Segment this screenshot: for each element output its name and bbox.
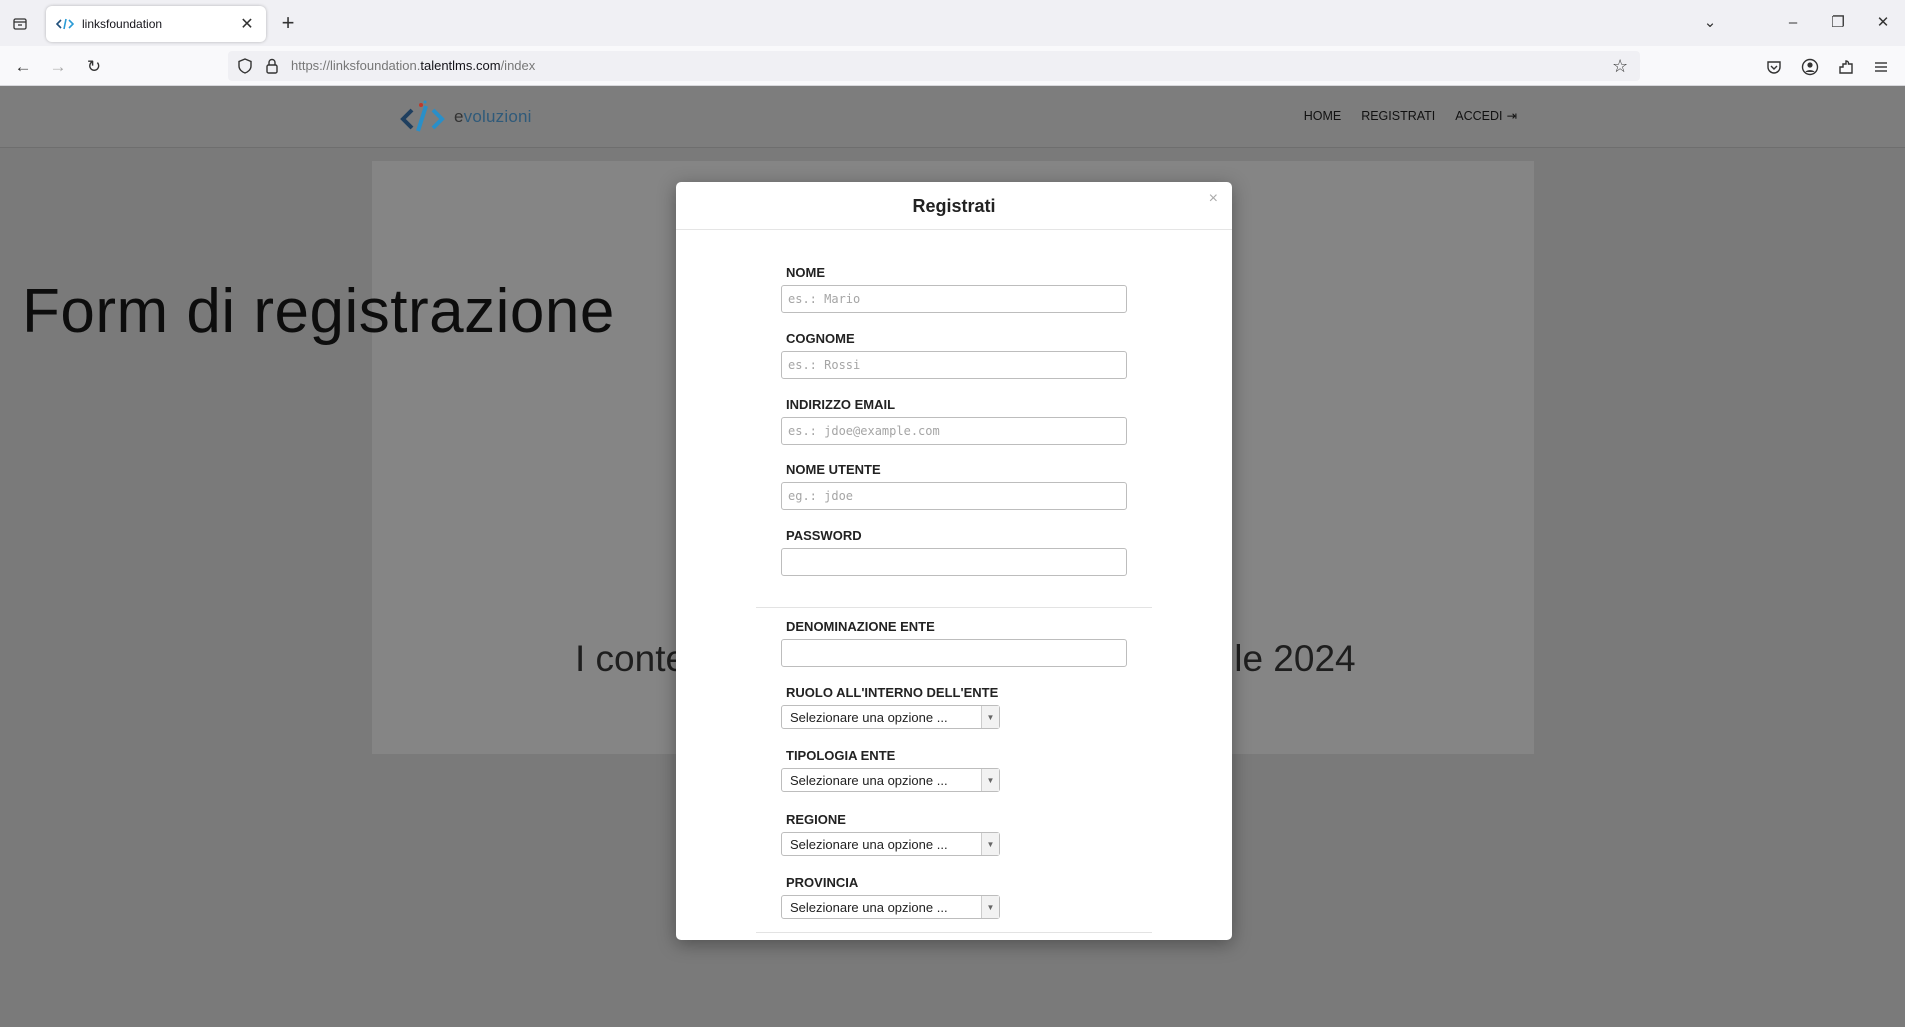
tab-overflow-chevron-icon[interactable]: ⌄ [1695, 10, 1725, 36]
nav-login-link[interactable]: ACCEDI ⇥ [1455, 108, 1517, 124]
email-input[interactable] [781, 417, 1127, 445]
restore-icon[interactable]: ❐ [1823, 10, 1853, 36]
provincia-select-value: Selezionare una opzione ... [790, 899, 948, 915]
new-tab-button[interactable]: + [276, 10, 300, 36]
username-label: NOME UTENTE [786, 462, 881, 477]
ente-label: DENOMINAZIONE ENTE [786, 619, 935, 634]
dropdown-arrow-icon: ▼ [981, 706, 999, 728]
password-input[interactable] [781, 548, 1127, 576]
minimize-icon[interactable]: – [1778, 10, 1808, 36]
site-header: evoluzioni HOME REGISTRATI ACCEDI ⇥ [0, 86, 1905, 148]
form-divider [756, 607, 1152, 608]
regione-select[interactable]: Selezionare una opzione ... ▼ [781, 832, 1000, 856]
site-nav: HOME REGISTRATI ACCEDI ⇥ [1304, 108, 1517, 124]
ruolo-label: RUOLO ALL'INTERNO DELL'ENTE [786, 685, 999, 700]
password-label: PASSWORD [786, 528, 862, 543]
nav-login-label: ACCEDI [1455, 108, 1503, 123]
login-arrow-icon: ⇥ [1506, 109, 1517, 123]
provincia-label: PROVINCIA [786, 875, 859, 890]
regione-label: REGIONE [786, 812, 846, 827]
back-arrow-icon[interactable]: ← [10, 54, 36, 80]
code-favicon-icon [56, 17, 74, 31]
browser-tabbar: linksfoundation ✕ + ⌄ – ❐ ✕ [0, 0, 1905, 46]
bookmark-star-icon[interactable]: ☆ [1612, 56, 1632, 76]
provincia-select[interactable]: Selezionare una opzione ... ▼ [781, 895, 1000, 919]
tipologia-label: TIPOLOGIA ENTE [786, 748, 896, 763]
page-overlay-title: Form di registrazione [22, 277, 615, 346]
tab-title: linksfoundation [82, 17, 163, 31]
card-text-right: ile 2024 [1226, 638, 1356, 679]
dropdown-arrow-icon: ▼ [981, 833, 999, 855]
tipologia-select-value: Selezionare una opzione ... [790, 772, 948, 788]
card-text-left: I conte [575, 638, 687, 679]
browser-tab[interactable]: linksfoundation ✕ [46, 6, 266, 42]
ruolo-select[interactable]: Selezionare una opzione ... ▼ [781, 705, 1000, 729]
ente-input[interactable] [781, 639, 1127, 667]
dropdown-arrow-icon: ▼ [981, 896, 999, 918]
username-input[interactable] [781, 482, 1127, 510]
lock-icon[interactable] [264, 57, 280, 75]
ruolo-select-value: Selezionare una opzione ... [790, 709, 948, 725]
close-window-icon[interactable]: ✕ [1868, 10, 1898, 36]
url-bar[interactable]: https://linksfoundation.talentlms.com/in… [228, 51, 1640, 81]
regione-select-value: Selezionare una opzione ... [790, 836, 948, 852]
register-modal: Registrati × NOME COGNOME INDIRIZZO EMAI… [676, 182, 1232, 940]
logo-text: evoluzioni [454, 107, 532, 126]
nome-label: NOME [786, 265, 825, 280]
account-icon[interactable] [1800, 57, 1820, 77]
tab-close-icon[interactable]: ✕ [238, 14, 256, 34]
modal-close-icon[interactable]: × [1209, 190, 1218, 208]
shield-icon[interactable] [236, 57, 254, 75]
dropdown-arrow-icon: ▼ [981, 769, 999, 791]
tipologia-select[interactable]: Selezionare una opzione ... ▼ [781, 768, 1000, 792]
modal-header: Registrati × [676, 182, 1232, 230]
url-text[interactable]: https://linksfoundation.talentlms.com/in… [291, 58, 535, 73]
cognome-input[interactable] [781, 351, 1127, 379]
reload-icon[interactable]: ↻ [81, 54, 107, 80]
nav-home-link[interactable]: HOME [1304, 108, 1342, 123]
form-divider-bottom [756, 932, 1152, 933]
forward-arrow-icon[interactable]: → [45, 54, 71, 80]
cognome-label: COGNOME [786, 331, 855, 346]
email-label: INDIRIZZO EMAIL [786, 397, 896, 412]
extensions-icon[interactable] [1836, 57, 1856, 77]
logo-code-icon [400, 100, 445, 132]
menu-hamburger-icon[interactable] [1871, 57, 1891, 77]
browser-navbar: ← → ↻ https://linksfoundation.talentlms.… [0, 46, 1905, 86]
nav-register-link[interactable]: REGISTRATI [1361, 108, 1435, 123]
nome-input[interactable] [781, 285, 1127, 313]
pocket-icon[interactable] [1764, 57, 1784, 77]
site-logo[interactable]: evoluzioni [400, 100, 532, 134]
tab-list-icon[interactable] [8, 12, 32, 36]
modal-title: Registrati [912, 196, 996, 216]
